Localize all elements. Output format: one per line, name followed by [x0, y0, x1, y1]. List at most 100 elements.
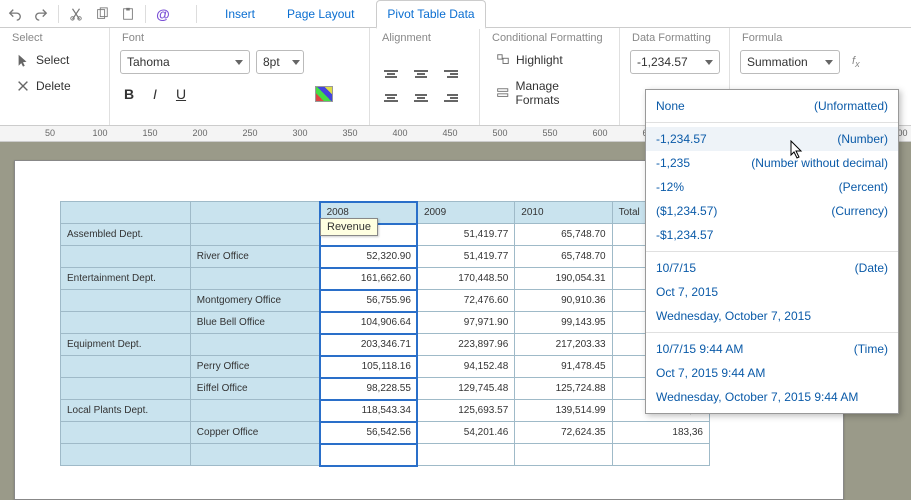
dropdown-item[interactable]: -1,235(Number without decimal)	[646, 151, 898, 175]
row-subheader[interactable]	[190, 224, 320, 246]
table-row[interactable]: Blue Bell Office104,906.6497,971.9099,14…	[61, 312, 710, 334]
data-cell[interactable]: 56,542.56	[320, 422, 417, 444]
data-cell[interactable]: 105,118.16	[320, 356, 417, 378]
data-cell[interactable]	[320, 444, 417, 466]
highlight-button[interactable]: Highlight	[490, 50, 609, 70]
data-cell[interactable]	[417, 444, 514, 466]
data-cell[interactable]: 217,203.33	[515, 334, 612, 356]
align-bottom-right[interactable]	[440, 88, 462, 108]
bold-button[interactable]: B	[120, 86, 138, 102]
data-cell[interactable]: 161,662.60	[320, 268, 417, 290]
dropdown-item[interactable]: Wednesday, October 7, 2015	[646, 304, 898, 328]
data-cell[interactable]: 65,748.70	[515, 246, 612, 268]
data-cell[interactable]: 72,476.60	[417, 290, 514, 312]
swirl-dropdown-icon[interactable]	[178, 3, 190, 25]
font-color-swatch[interactable]	[315, 86, 333, 102]
data-cell[interactable]: 170,448.50	[417, 268, 514, 290]
manage-formats-button[interactable]: Manage Formats	[490, 76, 609, 110]
row-subheader[interactable]: Perry Office	[190, 356, 320, 378]
table-row[interactable]: Eiffel Office98,228.55129,745.48125,724.…	[61, 378, 710, 400]
data-cell[interactable]: 99,143.95	[515, 312, 612, 334]
dropdown-item[interactable]: -12%(Percent)	[646, 175, 898, 199]
table-row[interactable]: Montgomery Office56,755.9672,476.6090,91…	[61, 290, 710, 312]
undo-icon[interactable]	[4, 3, 26, 25]
table-row[interactable]	[61, 444, 710, 466]
row-subheader[interactable]	[190, 334, 320, 356]
redo-icon[interactable]	[30, 3, 52, 25]
align-bottom-center[interactable]	[410, 88, 432, 108]
data-cell[interactable]: 72,624.35	[515, 422, 612, 444]
dropdown-item[interactable]: None(Unformatted)	[646, 94, 898, 118]
row-header[interactable]: Local Plants Dept.	[61, 400, 191, 422]
row-header[interactable]	[61, 422, 191, 444]
font-name-select[interactable]: Tahoma	[120, 50, 250, 74]
align-bottom-left[interactable]	[380, 88, 402, 108]
row-subheader[interactable]	[190, 400, 320, 422]
data-cell[interactable]: 129,745.48	[417, 378, 514, 400]
col-header[interactable]: 2010	[515, 202, 612, 224]
row-header[interactable]	[61, 290, 191, 312]
align-top-center[interactable]	[410, 64, 432, 84]
row-header[interactable]	[61, 356, 191, 378]
data-cell[interactable]	[612, 444, 709, 466]
data-cell[interactable]: 97,971.90	[417, 312, 514, 334]
data-cell[interactable]: 125,693.57	[417, 400, 514, 422]
row-subheader[interactable]: Montgomery Office	[190, 290, 320, 312]
formula-select[interactable]: Summation	[740, 50, 840, 74]
table-row[interactable]: Perry Office105,118.1694,152.4891,478.45…	[61, 356, 710, 378]
data-cell[interactable]: 91,478.45	[515, 356, 612, 378]
delete-button[interactable]: Delete	[10, 76, 99, 96]
pivot-corner[interactable]	[61, 202, 191, 224]
tab-insert[interactable]: Insert	[215, 1, 265, 27]
data-cell[interactable]: 65,748.70	[515, 224, 612, 246]
row-header[interactable]: Entertainment Dept.	[61, 268, 191, 290]
underline-button[interactable]: U	[172, 86, 190, 102]
swirl-icon[interactable]: @	[152, 3, 174, 25]
table-row[interactable]: Assembled Dept. 51,419.7765,748.70	[61, 224, 710, 246]
copy-icon[interactable]	[91, 3, 113, 25]
cut-icon[interactable]	[65, 3, 87, 25]
data-cell[interactable]: 190,054.31	[515, 268, 612, 290]
data-cell[interactable]: 90,910.36	[515, 290, 612, 312]
data-cell[interactable]: 104,906.64	[320, 312, 417, 334]
pivot-corner-sub[interactable]	[190, 202, 320, 224]
pivot-table[interactable]: 2008 2009 2010 Total Assembled Dept.51,4…	[60, 201, 710, 466]
italic-button[interactable]: I	[146, 86, 164, 102]
col-header[interactable]: 2009	[417, 202, 514, 224]
row-subheader[interactable]: Copper Office	[190, 422, 320, 444]
data-cell[interactable]: 51,419.77	[417, 224, 514, 246]
row-subheader[interactable]: Blue Bell Office	[190, 312, 320, 334]
row-header[interactable]	[61, 444, 191, 466]
dropdown-item[interactable]: Oct 7, 2015	[646, 280, 898, 304]
data-cell[interactable]: 56,755.96	[320, 290, 417, 312]
table-row[interactable]: Copper Office56,542.5654,201.4672,624.35…	[61, 422, 710, 444]
data-cell[interactable]: 223,897.96	[417, 334, 514, 356]
data-cell[interactable]: 118,543.34	[320, 400, 417, 422]
data-cell[interactable]	[515, 444, 612, 466]
data-cell[interactable]: 98,228.55	[320, 378, 417, 400]
align-top-left[interactable]	[380, 64, 402, 84]
row-header[interactable]	[61, 312, 191, 334]
dropdown-item[interactable]: -1,234.57(Number)	[646, 127, 898, 151]
data-cell[interactable]: 54,201.46	[417, 422, 514, 444]
table-row[interactable]: Entertainment Dept. 161,662.60170,448.501…	[61, 268, 710, 290]
data-cell[interactable]: 203,346.71	[320, 334, 417, 356]
row-subheader[interactable]: Eiffel Office	[190, 378, 320, 400]
tab-pivot-table-data[interactable]: Pivot Table Data	[376, 0, 485, 29]
row-header[interactable]: Assembled Dept.	[61, 224, 191, 246]
fx-icon[interactable]: fx	[844, 55, 860, 69]
dropdown-item[interactable]: Oct 7, 2015 9:44 AM	[646, 361, 898, 385]
data-cell[interactable]: 125,724.88	[515, 378, 612, 400]
paste-icon[interactable]	[117, 3, 139, 25]
align-top-right[interactable]	[440, 64, 462, 84]
data-format-select[interactable]: -1,234.57	[630, 50, 720, 74]
table-row[interactable]: Equipment Dept. 203,346.71223,897.96217,2…	[61, 334, 710, 356]
data-cell[interactable]: 94,152.48	[417, 356, 514, 378]
table-row[interactable]: River Office52,320.9051,419.7765,748.70	[61, 246, 710, 268]
dropdown-item[interactable]: ($1,234.57)(Currency)	[646, 199, 898, 223]
select-button[interactable]: Select	[10, 50, 99, 70]
row-header[interactable]: Equipment Dept.	[61, 334, 191, 356]
row-subheader[interactable]: River Office	[190, 246, 320, 268]
row-header[interactable]	[61, 378, 191, 400]
dropdown-item[interactable]: 10/7/15 9:44 AM(Time)	[646, 337, 898, 361]
